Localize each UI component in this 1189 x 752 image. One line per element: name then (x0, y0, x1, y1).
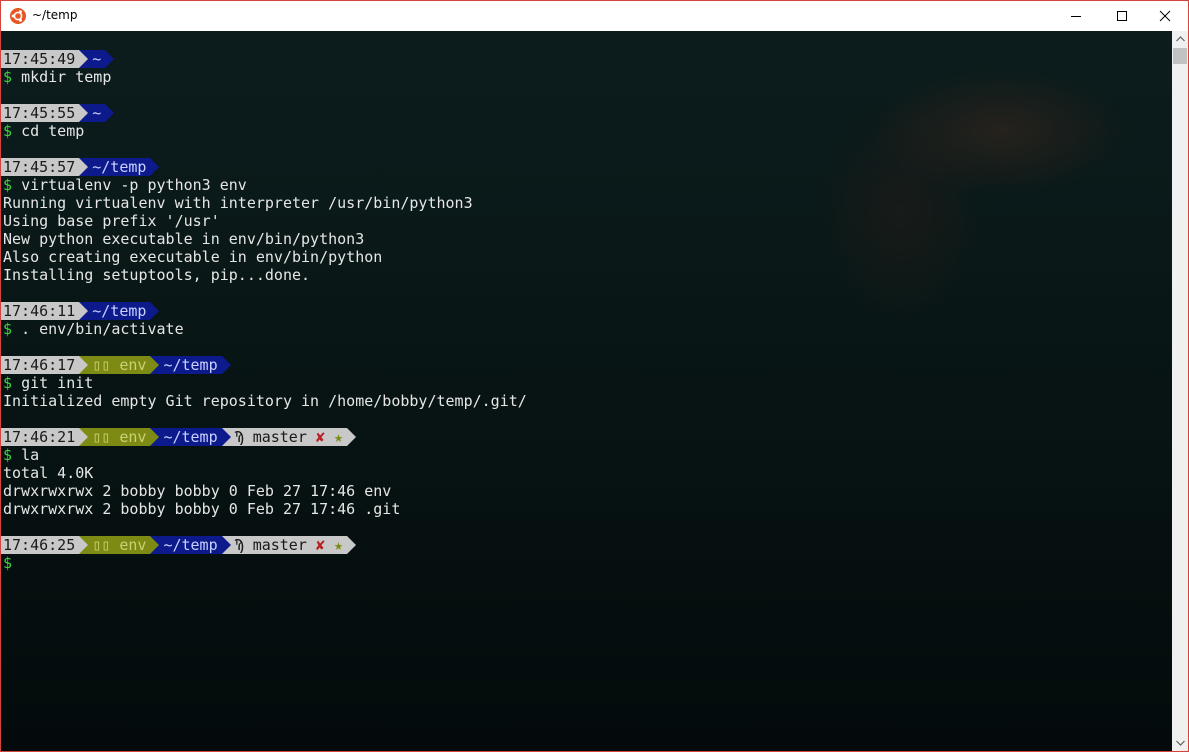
powerline-separator (221, 536, 231, 554)
prompt-symbol: $ (3, 320, 13, 338)
ubuntu-icon (10, 8, 26, 24)
prompt-time: 17:46:25 (1, 536, 80, 554)
command-text: git init (21, 374, 94, 392)
prompt-directory: ~/temp (159, 356, 222, 374)
prompt-virtualenv: ▯▯ env (88, 356, 151, 374)
prompt-segments: 17:46:11 ~/temp (1, 302, 160, 320)
prompt-directory: ~ (88, 50, 106, 68)
command-text: cd temp (21, 122, 85, 140)
scroll-down-button[interactable] (1172, 735, 1188, 751)
output-line: Initialized empty Git repository in /hom… (3, 392, 527, 410)
prompt-symbol: $ (3, 122, 13, 140)
git-branch-icon: Ϡ (234, 428, 253, 446)
git-branch-name: master (252, 536, 307, 554)
git-star-icon: ★ (333, 428, 343, 446)
prompt-git-status: Ϡ master ✘ ★ (230, 536, 347, 554)
output-line: Installing setuptools, pip...done. (3, 266, 311, 284)
scrollbar-thumb[interactable] (1173, 48, 1187, 64)
output-line: Running virtualenv with interpreter /usr… (3, 194, 473, 212)
prompt-directory: ~ (88, 104, 106, 122)
powerline-separator (221, 428, 231, 446)
prompt-time: 17:45:55 (1, 104, 80, 122)
powerline-separator (79, 104, 89, 122)
git-branch-icon: Ϡ (234, 536, 253, 554)
powerline-separator (105, 104, 115, 122)
prompt-time: 17:46:11 (1, 302, 80, 320)
prompt-symbol: $ (3, 68, 13, 86)
prompt-segments: 17:46:25 ▯▯ env ~/temp Ϡ master ✘ ★ (1, 536, 356, 554)
powerline-separator (79, 428, 89, 446)
terminal-output[interactable]: 17:45:49 ~ $ mkdir temp 17:45:55 ~ $ cd temp 1… (1, 31, 1172, 751)
powerline-separator (150, 428, 160, 446)
powerline-separator (105, 50, 115, 68)
minimize-button[interactable] (1053, 1, 1099, 31)
terminal-window: ~/temp 17:45:49 ~ $ mkdir temp 17:45:55 ~ $ c… (0, 0, 1189, 752)
powerline-separator (150, 536, 160, 554)
prompt-symbol: $ (3, 176, 13, 194)
powerline-separator (347, 428, 356, 446)
command-text: la (21, 446, 40, 464)
output-line: total 4.0K (3, 464, 94, 482)
prompt-directory: ~/temp (159, 536, 222, 554)
output-line: Also creating executable in env/bin/pyth… (3, 248, 383, 266)
powerline-separator (79, 158, 89, 176)
command-line[interactable]: $ git init (3, 374, 93, 392)
command-line[interactable]: $ mkdir temp (3, 68, 111, 86)
git-star-icon: ★ (333, 536, 343, 554)
window-title: ~/temp (32, 8, 78, 22)
prompt-symbol: $ (3, 554, 13, 572)
powerline-separator (150, 158, 160, 176)
maximize-icon (1117, 11, 1127, 21)
command-text: virtualenv -p python3 env (21, 176, 247, 194)
prompt-directory: ~/temp (88, 158, 151, 176)
prompt-virtualenv: ▯▯ env (88, 428, 151, 446)
output-line: drwxrwxrwx 2 bobby bobby 0 Feb 27 17:46 … (3, 500, 401, 518)
prompt-segments: 17:46:21 ▯▯ env ~/temp Ϡ master ✘ ★ (1, 428, 356, 446)
prompt-segments: 17:46:17 ▯▯ env ~/temp (1, 356, 231, 374)
command-text: . env/bin/activate (21, 320, 184, 338)
command-line[interactable]: $ (3, 554, 12, 572)
prompt-time: 17:46:17 (1, 356, 80, 374)
prompt-time: 17:45:49 (1, 50, 80, 68)
prompt-git-status: Ϡ master ✘ ★ (230, 428, 347, 446)
title-bar[interactable]: ~/temp (1, 1, 1188, 31)
scroll-up-button[interactable] (1172, 31, 1188, 47)
powerline-separator (79, 302, 89, 320)
prompt-segments: 17:45:57 ~/temp (1, 158, 160, 176)
powerline-separator (79, 356, 89, 374)
prompt-symbol: $ (3, 446, 13, 464)
git-dirty-icon: ✘ (315, 428, 325, 446)
powerline-separator (79, 536, 89, 554)
powerline-separator (150, 356, 160, 374)
powerline-separator (221, 356, 231, 374)
command-line[interactable]: $ virtualenv -p python3 env (3, 176, 247, 194)
prompt-directory: ~/temp (88, 302, 151, 320)
chevron-up-icon (1175, 36, 1185, 42)
prompt-symbol: $ (3, 374, 13, 392)
maximize-button[interactable] (1099, 1, 1145, 31)
prompt-virtualenv: ▯▯ env (88, 536, 151, 554)
command-line[interactable]: $ la (3, 446, 39, 464)
chevron-down-icon (1175, 740, 1185, 746)
prompt-segments: 17:45:49 ~ (1, 50, 115, 68)
output-line: drwxrwxrwx 2 bobby bobby 0 Feb 27 17:46 … (3, 482, 392, 500)
git-dirty-icon: ✘ (315, 536, 325, 554)
close-button[interactable] (1142, 1, 1188, 31)
prompt-segments: 17:45:55 ~ (1, 104, 115, 122)
output-line: Using base prefix '/usr' (3, 212, 220, 230)
powerline-separator (79, 50, 89, 68)
command-text: mkdir temp (21, 68, 112, 86)
powerline-separator (347, 536, 356, 554)
output-line: New python executable in env/bin/python3 (3, 230, 365, 248)
prompt-time: 17:46:21 (1, 428, 80, 446)
vertical-scrollbar[interactable] (1172, 31, 1188, 751)
command-line[interactable]: $ . env/bin/activate (3, 320, 184, 338)
git-branch-name: master (252, 428, 307, 446)
command-line[interactable]: $ cd temp (3, 122, 84, 140)
close-icon (1159, 10, 1171, 22)
powerline-separator (150, 302, 160, 320)
prompt-time: 17:45:57 (1, 158, 80, 176)
prompt-directory: ~/temp (159, 428, 222, 446)
minimize-icon (1071, 16, 1081, 17)
